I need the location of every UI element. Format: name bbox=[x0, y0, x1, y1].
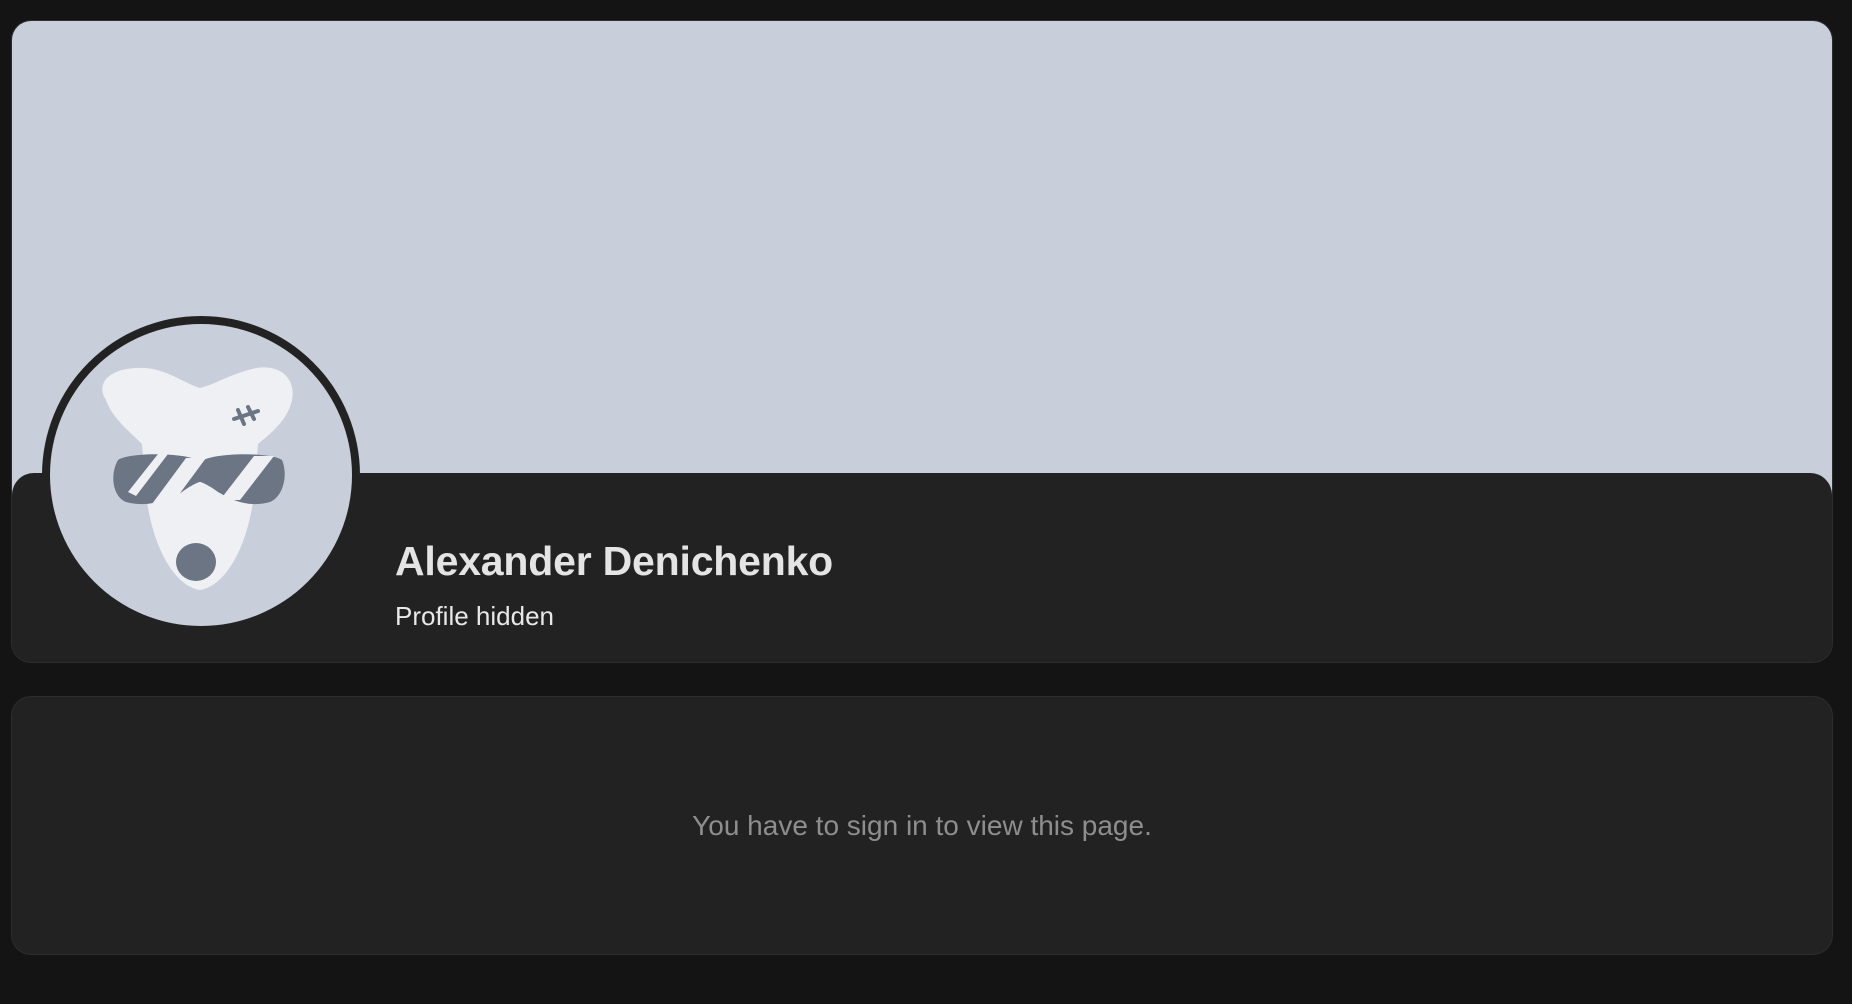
avatar-ring bbox=[42, 316, 360, 634]
deactivated-dog-avatar-icon bbox=[102, 367, 293, 590]
avatar-nose bbox=[176, 543, 216, 581]
avatar bbox=[50, 324, 352, 626]
sign-in-notice-text: You have to sign in to view this page. bbox=[692, 809, 1152, 841]
page: Alexander Denichenko Profile hidden You … bbox=[0, 0, 1852, 1004]
sign-in-notice-card: You have to sign in to view this page. bbox=[11, 696, 1833, 955]
profile-status: Profile hidden bbox=[395, 601, 554, 631]
profile-name: Alexander Denichenko bbox=[395, 538, 834, 584]
